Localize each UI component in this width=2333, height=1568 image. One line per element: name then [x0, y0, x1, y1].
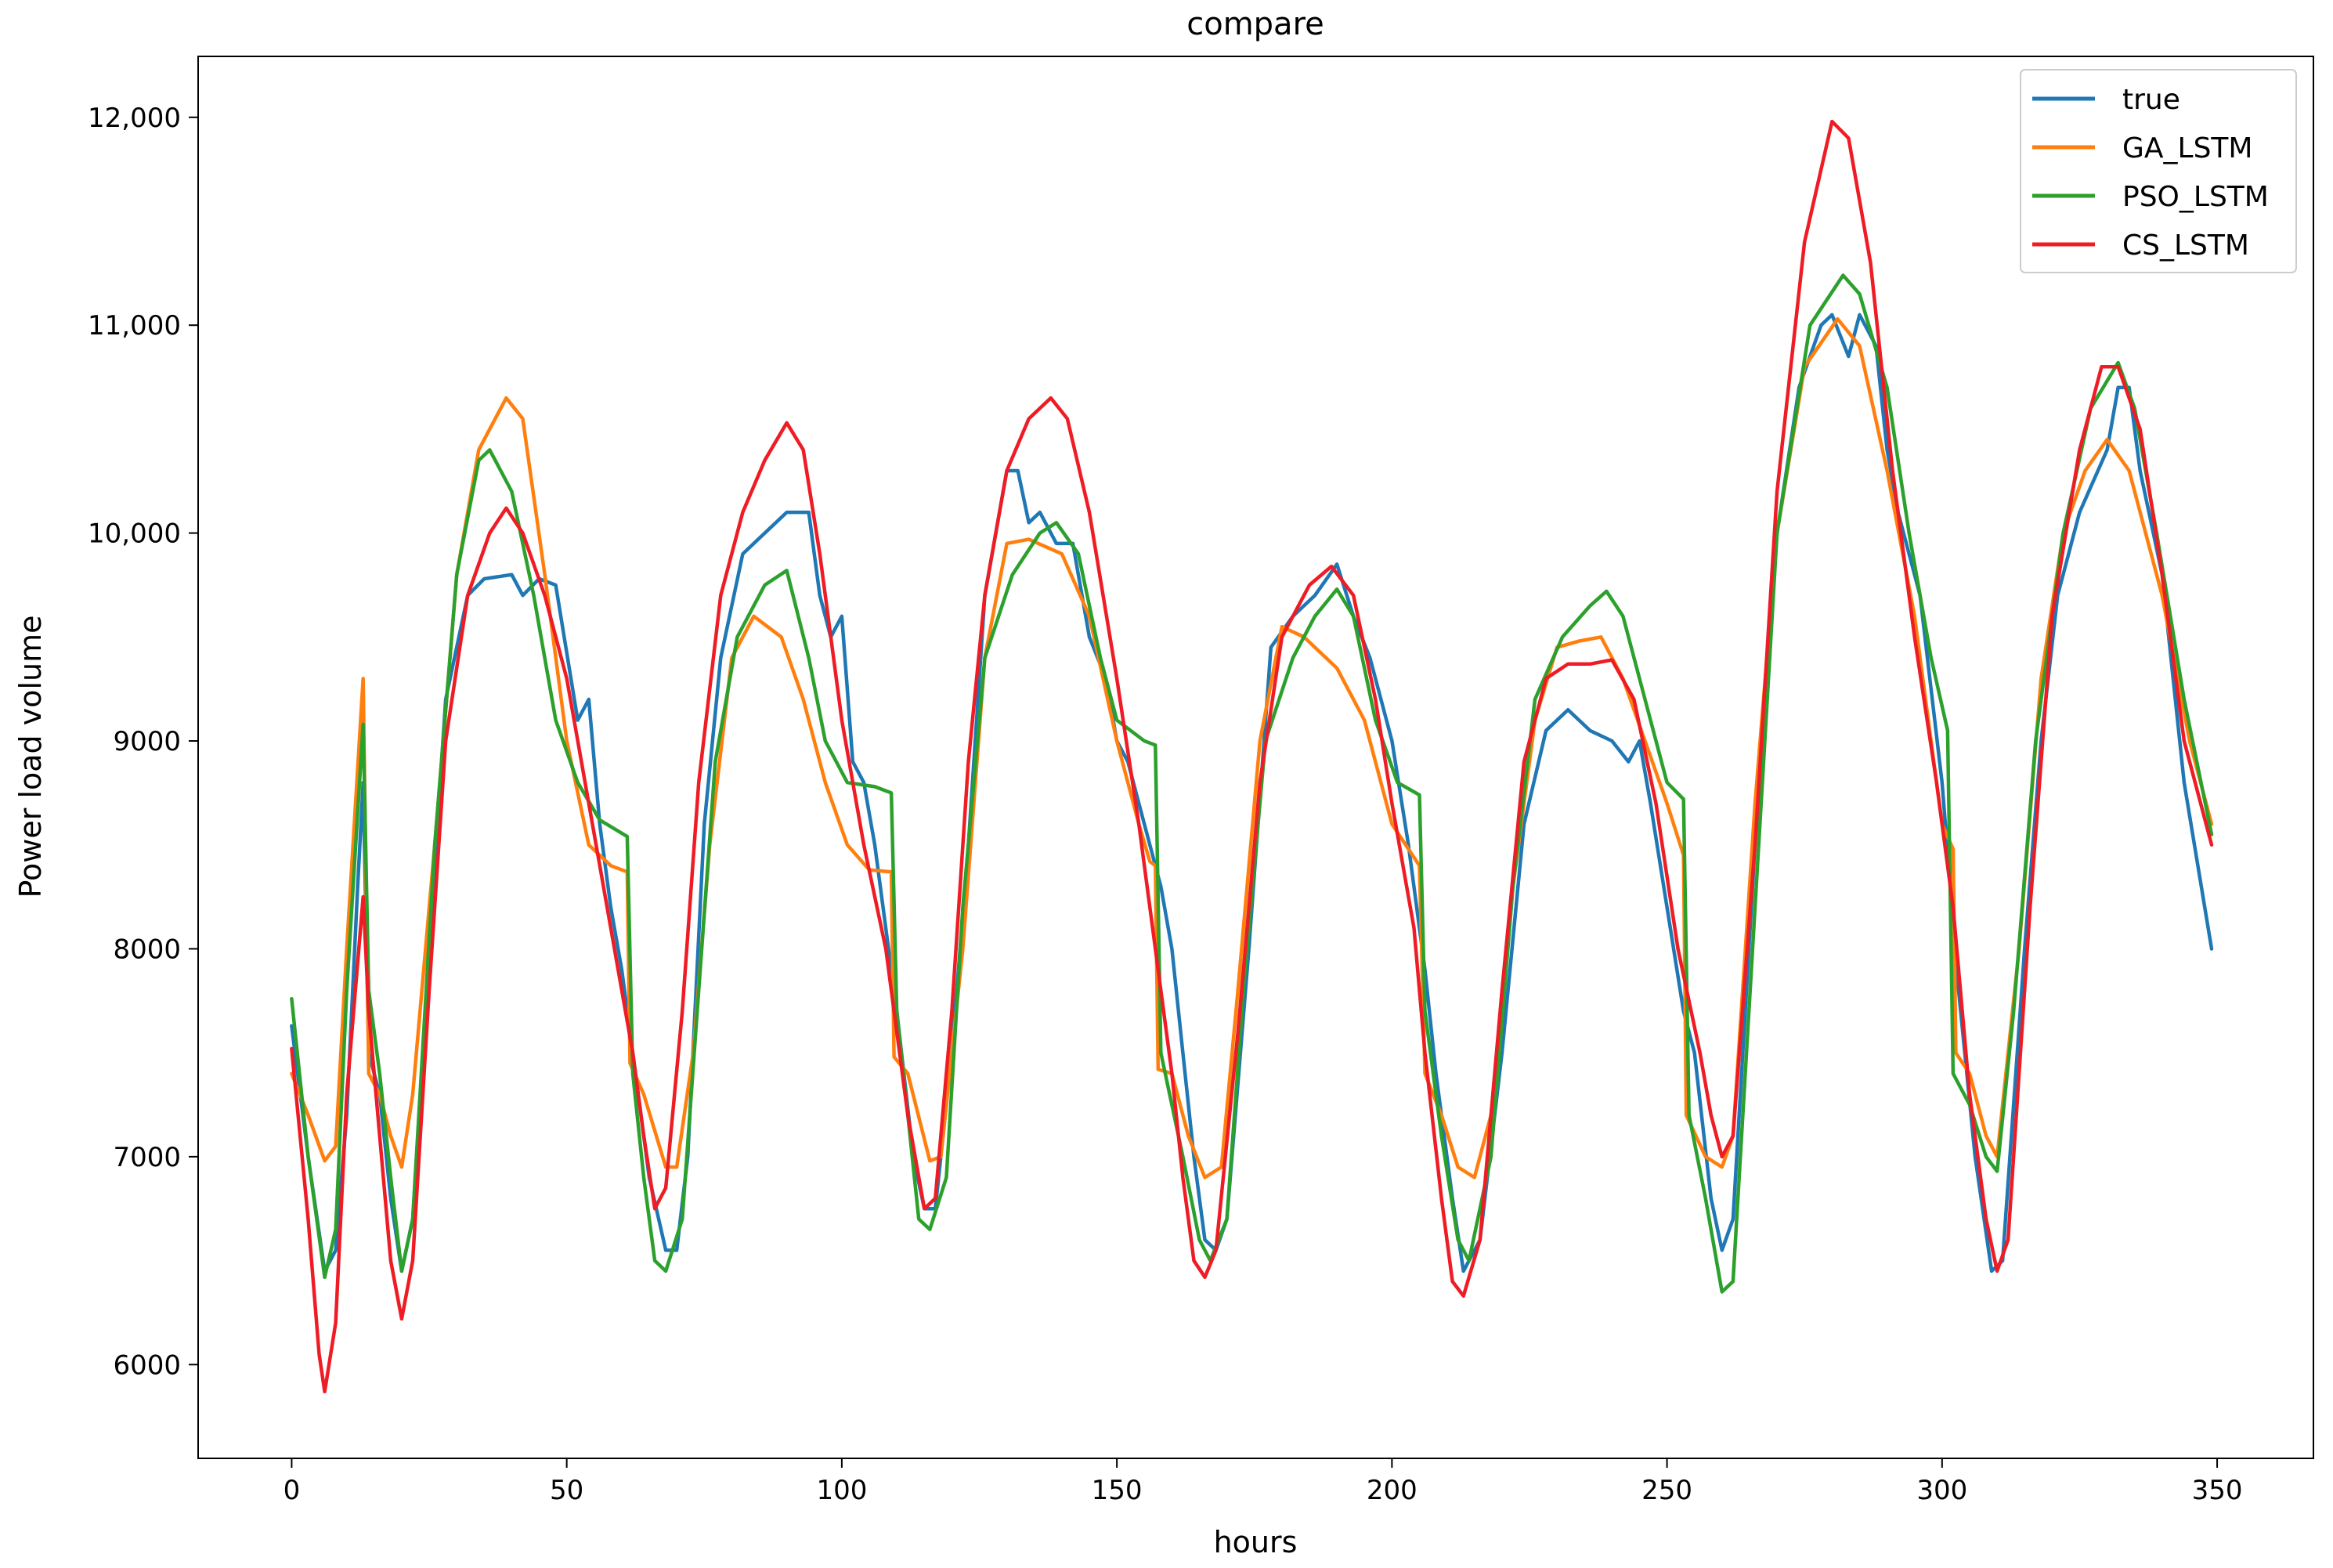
series-line-cs-lstm	[290, 119, 2214, 1394]
legend: true GA_LSTM PSO_LSTM CS_LSTM	[2020, 69, 2297, 273]
y-tick-label: 7000	[113, 1142, 181, 1173]
x-tick-label: 50	[550, 1475, 583, 1506]
x-tick-label: 350	[2192, 1475, 2243, 1506]
y-axis: 6000 7000 8000 9000 10,000 11,000 12,000	[88, 103, 198, 1381]
x-tick-label: 300	[1916, 1475, 1967, 1506]
y-axis-label: Power load volume	[13, 615, 48, 898]
y-tick-label: 12,000	[88, 103, 181, 134]
series-line-pso-lstm	[290, 273, 2214, 1294]
line-chart: compare 0 50 100 150 200 250 300 350 6000 7000 80…	[13, 6, 2314, 1559]
legend-label: PSO_LSTM	[2122, 181, 2269, 213]
x-tick-label: 150	[1092, 1475, 1143, 1506]
x-tick-label: 250	[1641, 1475, 1692, 1506]
y-tick-label: 10,000	[88, 518, 181, 550]
x-tick-label: 200	[1367, 1475, 1417, 1506]
legend-label: GA_LSTM	[2122, 132, 2252, 164]
y-tick-label: 11,000	[88, 310, 181, 341]
legend-label: CS_LSTM	[2122, 229, 2249, 262]
y-tick-label: 8000	[113, 934, 181, 965]
x-tick-label: 100	[816, 1475, 867, 1506]
x-tick-label: 0	[283, 1475, 301, 1506]
legend-label: true	[2122, 84, 2180, 116]
x-axis: 0 50 100 150 200 250 300 350	[283, 1458, 2243, 1506]
plot-frame	[197, 56, 2314, 1459]
series-line-true	[290, 313, 2214, 1274]
x-axis-label: hours	[1214, 1525, 1298, 1559]
y-tick-label: 6000	[113, 1349, 181, 1381]
y-tick-label: 9000	[113, 726, 181, 757]
chart-title: compare	[1186, 6, 1324, 42]
series-layer	[290, 119, 2214, 1394]
